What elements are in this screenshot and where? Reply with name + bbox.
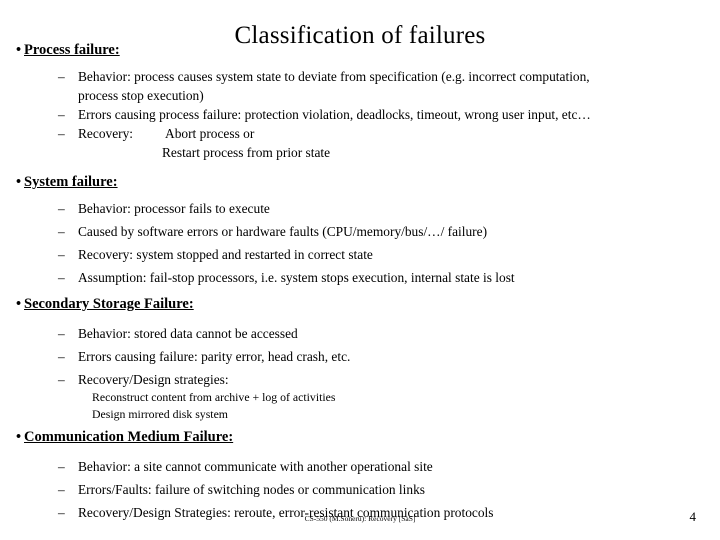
list-item-label: Recovery: — [78, 126, 134, 141]
list-item-continuation: Restart process from prior state — [0, 143, 720, 162]
list-item-label: Behavior: process causes system state to… — [78, 69, 590, 84]
list-item-label: Assumption: fail-stop processors, i.e. s… — [78, 270, 515, 285]
section-heading-system-failure: • System failure: — [0, 172, 720, 192]
sub-list-item-label: Design mirrored disk system — [92, 407, 228, 421]
bullet-dot-icon: • — [16, 296, 22, 312]
list-item-label: process stop execution) — [78, 88, 204, 103]
bullet-dot-icon: • — [16, 174, 22, 190]
list-item-label: Behavior: processor fails to execute — [78, 201, 270, 216]
dash-bullet-icon: – — [58, 201, 65, 216]
dash-bullet-icon: – — [58, 372, 65, 387]
section-heading-communication-medium-failure: • Communication Medium Failure: — [0, 427, 720, 447]
list-item-value: Abort process or — [165, 126, 255, 141]
dash-bullet-icon: – — [58, 349, 65, 364]
list-item: – Caused by software errors or hardware … — [0, 222, 720, 241]
section-heading-secondary-storage-failure: • Secondary Storage Failure: — [0, 294, 720, 314]
list-item-label: Behavior: stored data cannot be accessed — [78, 326, 298, 341]
slide-canvas: Classification of failures • Process fai… — [0, 0, 720, 540]
list-item: – Recovery/Design strategies: — [0, 370, 720, 389]
sub-list-item: Reconstruct content from archive + log o… — [0, 389, 720, 406]
bullet-dot-icon: • — [16, 429, 22, 445]
dash-bullet-icon: – — [58, 326, 65, 341]
list-item: – Behavior: a site cannot communicate wi… — [0, 457, 720, 476]
list-item: – Errors causing process failure: protec… — [0, 105, 720, 124]
list-item-label: Errors causing process failure: protecti… — [78, 107, 591, 122]
dash-bullet-icon: – — [58, 224, 65, 239]
section-heading-label: Process failure: — [24, 42, 120, 58]
list-item: – Recovery: system stopped and restarted… — [0, 245, 720, 264]
sub-list-item: Design mirrored disk system — [0, 406, 720, 423]
list-item: – Assumption: fail-stop processors, i.e.… — [0, 268, 720, 287]
list-item: – Behavior: stored data cannot be access… — [0, 324, 720, 343]
dash-bullet-icon: – — [58, 459, 65, 474]
list-item-label: Errors/Faults: failure of switching node… — [78, 482, 425, 497]
list-item-label: Recovery/Design strategies: — [78, 372, 229, 387]
dash-bullet-icon: – — [58, 247, 65, 262]
dash-bullet-icon: – — [58, 126, 65, 141]
section-heading-label: System failure: — [24, 174, 118, 190]
list-item-label: Recovery: system stopped and restarted i… — [78, 247, 373, 262]
list-item: – Errors causing failure: parity error, … — [0, 347, 720, 366]
slide-page-number: 4 — [689, 509, 697, 524]
list-item: – Behavior: process causes system state … — [0, 67, 720, 86]
dash-bullet-icon: – — [58, 107, 65, 122]
list-item-label: Errors causing failure: parity error, he… — [78, 349, 351, 364]
sub-list-item-label: Reconstruct content from archive + log o… — [92, 390, 336, 404]
dash-bullet-icon: – — [58, 69, 65, 84]
dash-bullet-icon: – — [58, 482, 65, 497]
list-item-label: Behavior: a site cannot communicate with… — [78, 459, 433, 474]
dash-bullet-icon: – — [58, 270, 65, 285]
list-item-continuation: process stop execution) — [0, 86, 720, 105]
footer-course-label: CS-550 (M.Soneru): Recovery [SaS] — [304, 514, 416, 523]
bullet-dot-icon: • — [16, 42, 22, 58]
slide-body: • Process failure: – Behavior: process c… — [0, 40, 720, 522]
section-heading-label: Secondary Storage Failure: — [24, 296, 194, 312]
list-item: – Behavior: processor fails to execute — [0, 199, 720, 218]
section-heading-label: Communication Medium Failure: — [24, 429, 234, 445]
section-heading-process-failure: • Process failure: — [0, 40, 720, 60]
list-item-label: Caused by software errors or hardware fa… — [78, 224, 488, 239]
list-item: – Recovery: Abort process or — [0, 124, 720, 143]
list-item: – Errors/Faults: failure of switching no… — [0, 480, 720, 499]
list-item-value: Restart process from prior state — [162, 145, 331, 160]
